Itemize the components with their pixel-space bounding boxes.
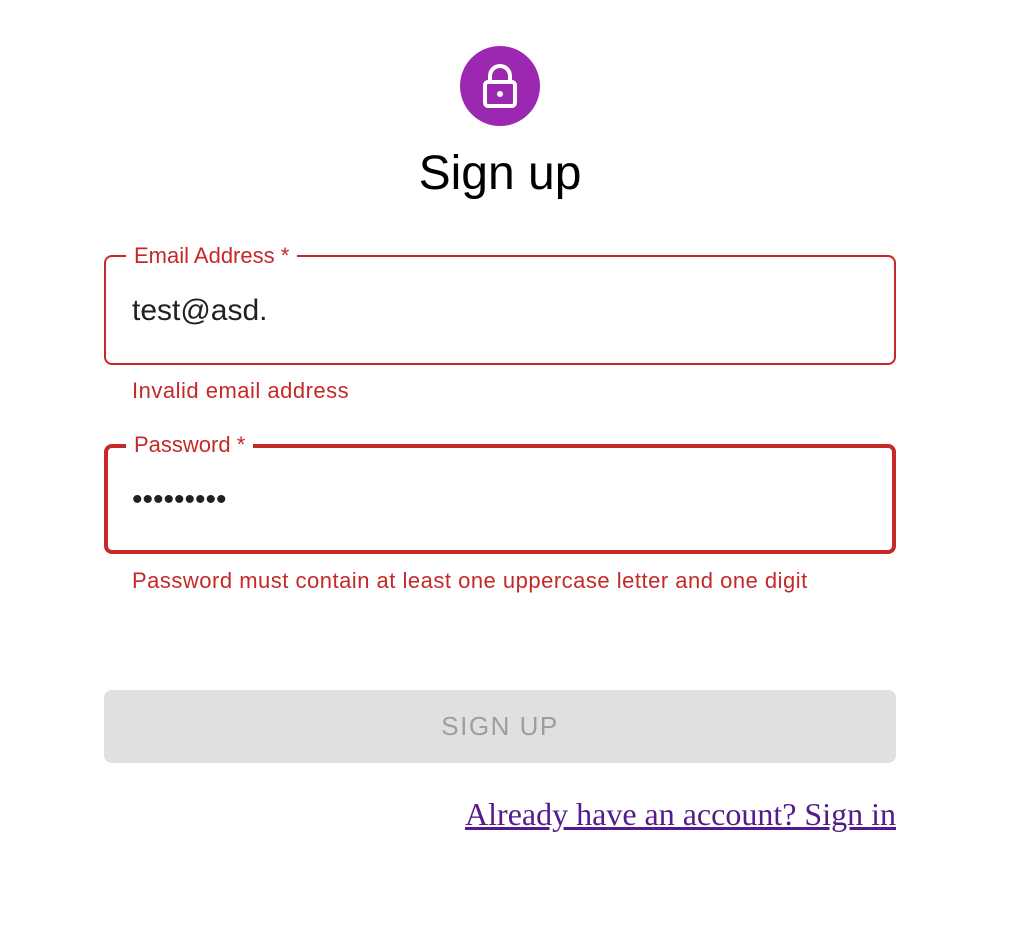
email-error-text: Invalid email address [132, 378, 350, 403]
email-input[interactable] [132, 291, 872, 331]
avatar [460, 46, 540, 126]
sign-in-link[interactable]: Already have an account? Sign in [465, 794, 896, 834]
email-field-label: Email Address * [126, 243, 298, 269]
password-input[interactable]: ••••••••• [132, 480, 872, 520]
password-error-text: Password must contain at least one upper… [132, 568, 808, 593]
email-field[interactable]: Email Address * [104, 243, 896, 365]
lock-icon [482, 64, 518, 108]
password-field-label: Password * [126, 432, 254, 458]
password-field[interactable]: Password * ••••••••• [104, 432, 896, 554]
signup-page: Sign up Email Address * Invalid email ad… [0, 0, 1022, 948]
sign-up-button[interactable]: SIGN UP [104, 690, 896, 763]
page-title: Sign up [418, 147, 582, 200]
